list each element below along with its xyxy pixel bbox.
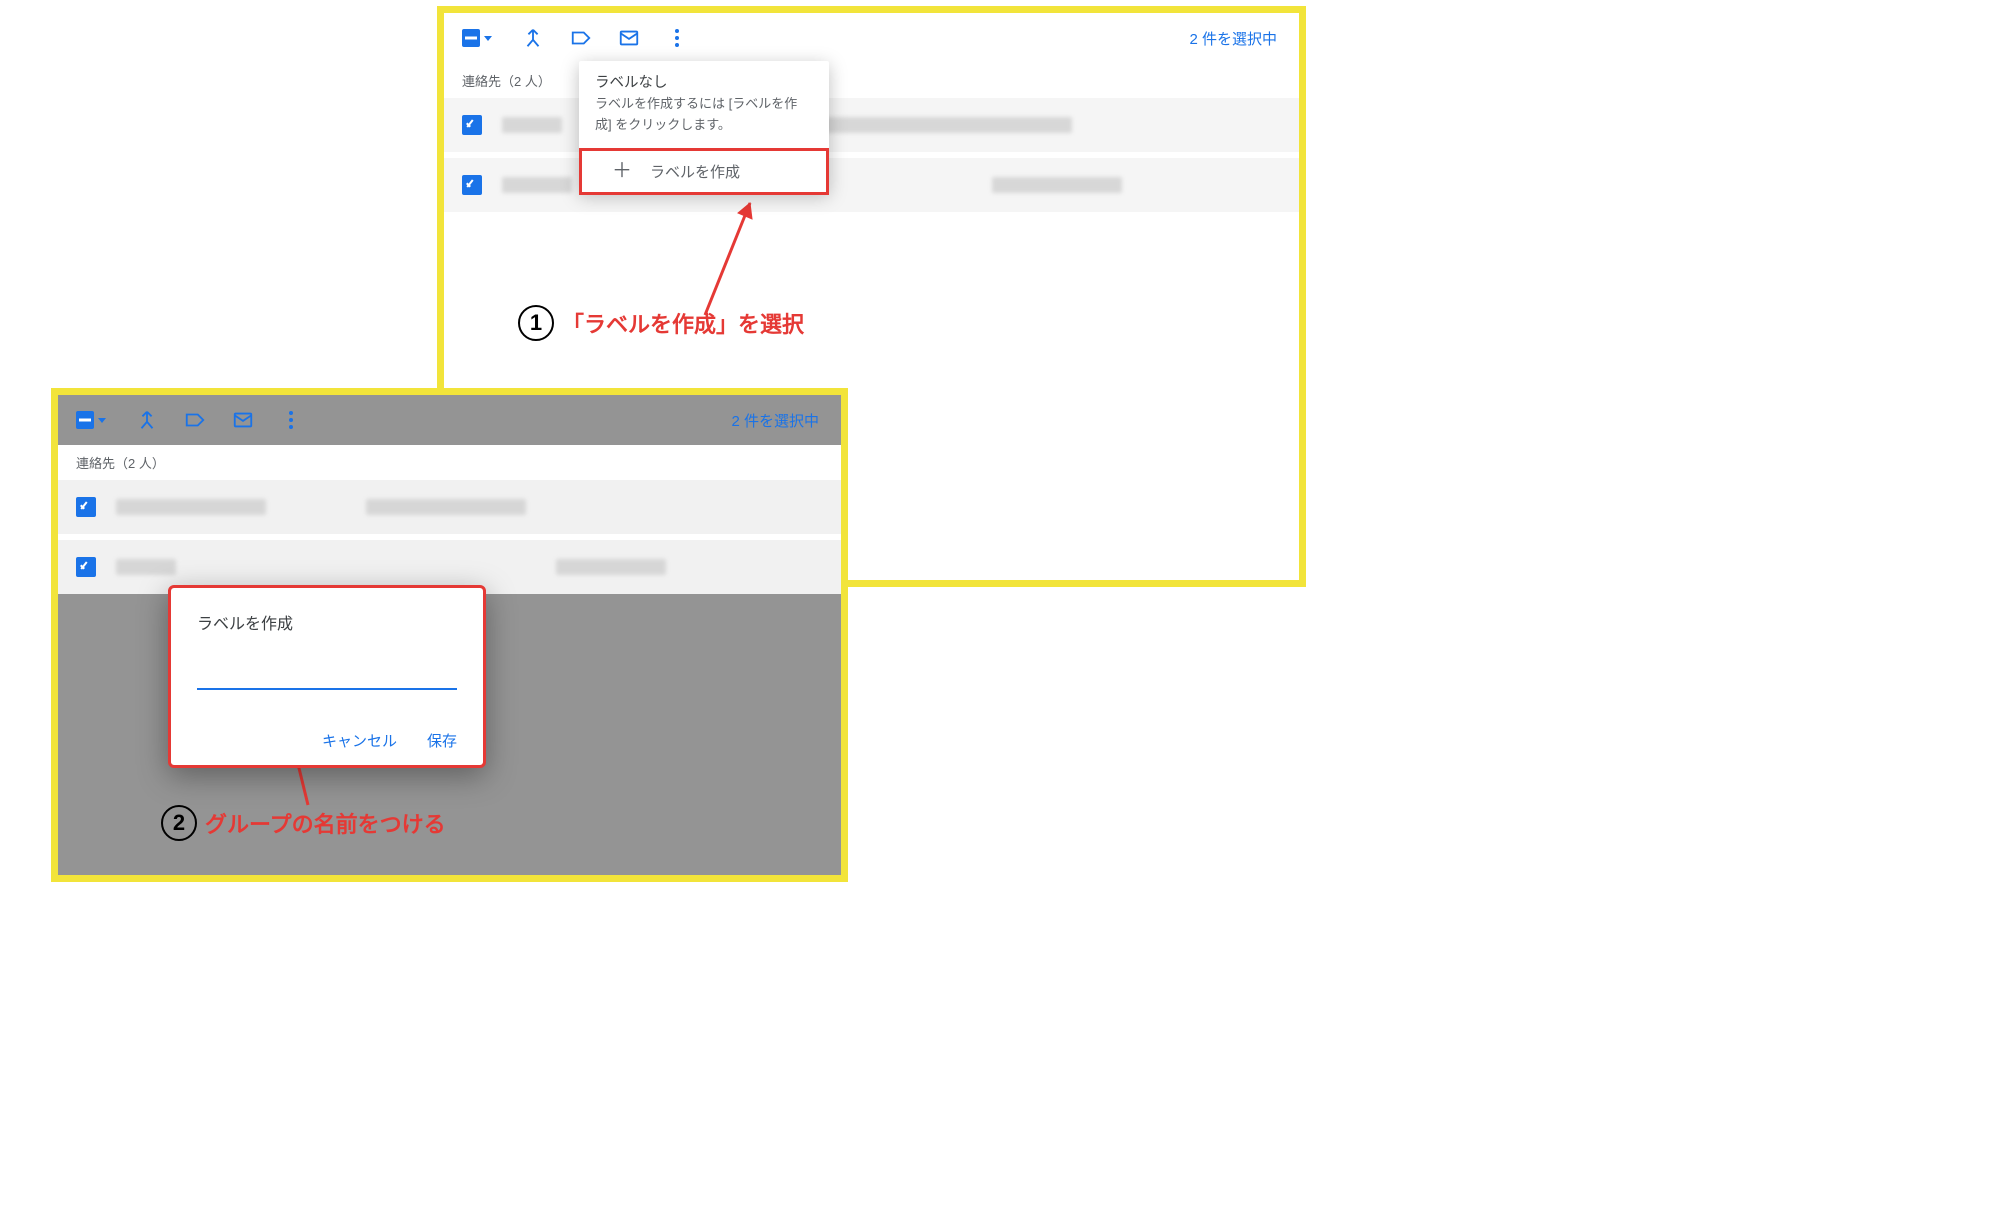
indeterminate-checkbox-icon	[76, 411, 94, 429]
table-row[interactable]	[58, 480, 841, 534]
more-vert-icon[interactable]	[280, 409, 302, 431]
dialog-title: ラベルを作成	[197, 610, 457, 634]
contact-name-redacted	[116, 559, 176, 575]
create-label-dialog: ラベルを作成 キャンセル 保存	[168, 585, 486, 768]
plus-icon: ＋	[612, 161, 632, 181]
table-row[interactable]	[444, 98, 1299, 152]
annotation-step1: 1 「ラベルを作成」を選択	[518, 305, 804, 341]
label-dropdown-subtitle: ラベルを作成するには [ラベルを作成] をクリックします。	[595, 94, 813, 136]
list-header: 連絡先（2 人）	[58, 445, 841, 480]
mail-icon[interactable]	[618, 27, 640, 49]
label-dropdown: ラベルなし ラベルを作成するには [ラベルを作成] をクリックします。 ＋ ラベ…	[579, 61, 829, 192]
caret-down-icon	[98, 418, 106, 423]
merge-icon[interactable]	[522, 27, 544, 49]
row-checkbox[interactable]	[76, 497, 96, 517]
table-row[interactable]	[444, 158, 1299, 212]
step-text: グループの名前をつける	[205, 807, 446, 839]
contact-email-redacted	[992, 177, 1122, 193]
mail-icon[interactable]	[232, 409, 254, 431]
label-name-input[interactable]	[197, 660, 457, 690]
label-dropdown-title: ラベルなし	[595, 71, 813, 92]
select-all-toggle[interactable]	[458, 27, 496, 49]
more-vert-icon[interactable]	[666, 27, 688, 49]
label-icon[interactable]	[570, 27, 592, 49]
row-checkbox[interactable]	[76, 557, 96, 577]
select-all-toggle[interactable]	[72, 409, 110, 431]
toolbar: 2 件を選択中	[58, 395, 841, 445]
selection-count: 2 件を選択中	[1189, 28, 1277, 49]
contact-name-redacted	[116, 499, 266, 515]
contact-email-redacted	[556, 559, 666, 575]
step-number-badge: 1	[518, 305, 554, 341]
contact-name-redacted	[502, 117, 562, 133]
label-icon[interactable]	[184, 409, 206, 431]
caret-down-icon	[484, 36, 492, 41]
selection-count: 2 件を選択中	[731, 410, 819, 431]
contact-email-redacted	[822, 117, 1072, 133]
row-checkbox[interactable]	[462, 175, 482, 195]
contact-email-redacted	[366, 499, 526, 515]
annotation-step2: 2 グループの名前をつける	[161, 805, 446, 841]
step-number-badge: 2	[161, 805, 197, 841]
create-label-menu-item[interactable]: ＋ ラベルを作成	[579, 148, 829, 195]
contact-name-redacted	[502, 177, 572, 193]
cancel-button[interactable]: キャンセル	[322, 730, 397, 751]
create-label-menu-item-label: ラベルを作成	[650, 161, 740, 182]
indeterminate-checkbox-icon	[462, 29, 480, 47]
list-header: 連絡先（2 人）	[444, 63, 1299, 98]
toolbar: 2 件を選択中	[444, 13, 1299, 63]
save-button[interactable]: 保存	[427, 730, 457, 751]
merge-icon[interactable]	[136, 409, 158, 431]
row-checkbox[interactable]	[462, 115, 482, 135]
step-text: 「ラベルを作成」を選択	[562, 307, 804, 339]
